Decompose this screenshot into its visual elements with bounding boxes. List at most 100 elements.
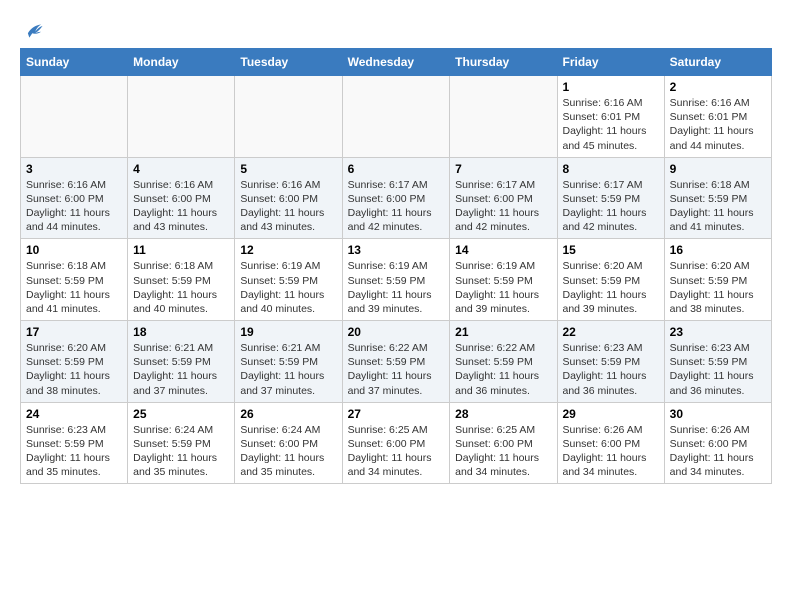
calendar-cell: 16 Sunrise: 6:20 AM Sunset: 5:59 PM Dayli… [664, 239, 771, 321]
day-number: 29 [563, 407, 659, 421]
day-info: Sunrise: 6:20 AM Sunset: 5:59 PM Dayligh… [670, 259, 766, 316]
calendar-week-2: 3 Sunrise: 6:16 AM Sunset: 6:00 PM Daylig… [21, 157, 772, 239]
day-number: 15 [563, 243, 659, 257]
calendar-cell: 19 Sunrise: 6:21 AM Sunset: 5:59 PM Dayli… [235, 321, 342, 403]
calendar-cell: 10 Sunrise: 6:18 AM Sunset: 5:59 PM Dayli… [21, 239, 128, 321]
day-number: 28 [455, 407, 551, 421]
day-info: Sunrise: 6:16 AM Sunset: 6:00 PM Dayligh… [26, 178, 122, 235]
day-info: Sunrise: 6:21 AM Sunset: 5:59 PM Dayligh… [133, 341, 229, 398]
weekday-header-friday: Friday [557, 49, 664, 76]
calendar-cell: 23 Sunrise: 6:23 AM Sunset: 5:59 PM Dayli… [664, 321, 771, 403]
day-info: Sunrise: 6:22 AM Sunset: 5:59 PM Dayligh… [348, 341, 445, 398]
day-number: 24 [26, 407, 122, 421]
day-info: Sunrise: 6:23 AM Sunset: 5:59 PM Dayligh… [670, 341, 766, 398]
day-number: 30 [670, 407, 766, 421]
day-info: Sunrise: 6:17 AM Sunset: 6:00 PM Dayligh… [455, 178, 551, 235]
day-info: Sunrise: 6:24 AM Sunset: 5:59 PM Dayligh… [133, 423, 229, 480]
calendar-cell: 1Sunrise: 6:16 AM Sunset: 6:01 PM Daylig… [557, 76, 664, 158]
calendar-cell: 29 Sunrise: 6:26 AM Sunset: 6:00 PM Dayli… [557, 402, 664, 484]
calendar-cell: 24 Sunrise: 6:23 AM Sunset: 5:59 PM Dayli… [21, 402, 128, 484]
day-number: 19 [240, 325, 336, 339]
day-number: 18 [133, 325, 229, 339]
day-info: Sunrise: 6:26 AM Sunset: 6:00 PM Dayligh… [563, 423, 659, 480]
calendar-cell: 3 Sunrise: 6:16 AM Sunset: 6:00 PM Daylig… [21, 157, 128, 239]
day-number: 1 [563, 80, 659, 94]
calendar-cell: 6Sunrise: 6:17 AM Sunset: 6:00 PM Daylig… [342, 157, 450, 239]
day-number: 4 [133, 162, 229, 176]
page-header [20, 20, 772, 38]
day-number: 27 [348, 407, 445, 421]
calendar-cell: 9 Sunrise: 6:18 AM Sunset: 5:59 PM Daylig… [664, 157, 771, 239]
calendar-week-3: 10 Sunrise: 6:18 AM Sunset: 5:59 PM Dayli… [21, 239, 772, 321]
day-number: 10 [26, 243, 122, 257]
logo [20, 20, 44, 38]
calendar-cell: 27 Sunrise: 6:25 AM Sunset: 6:00 PM Dayli… [342, 402, 450, 484]
day-number: 11 [133, 243, 229, 257]
calendar-header-row: SundayMondayTuesdayWednesdayThursdayFrid… [21, 49, 772, 76]
day-info: Sunrise: 6:16 AM Sunset: 6:01 PM Dayligh… [670, 96, 766, 153]
calendar-cell: 30 Sunrise: 6:26 AM Sunset: 6:00 PM Dayli… [664, 402, 771, 484]
day-number: 2 [670, 80, 766, 94]
calendar-cell: 22Sunrise: 6:23 AM Sunset: 5:59 PM Dayli… [557, 321, 664, 403]
day-info: Sunrise: 6:19 AM Sunset: 5:59 PM Dayligh… [455, 259, 551, 316]
day-info: Sunrise: 6:18 AM Sunset: 5:59 PM Dayligh… [26, 259, 122, 316]
day-info: Sunrise: 6:20 AM Sunset: 5:59 PM Dayligh… [563, 259, 659, 316]
day-number: 7 [455, 162, 551, 176]
calendar-cell: 18 Sunrise: 6:21 AM Sunset: 5:59 PM Dayli… [128, 321, 235, 403]
day-number: 14 [455, 243, 551, 257]
day-info: Sunrise: 6:17 AM Sunset: 5:59 PM Dayligh… [563, 178, 659, 235]
day-number: 26 [240, 407, 336, 421]
calendar-cell [21, 76, 128, 158]
calendar-cell: 28 Sunrise: 6:25 AM Sunset: 6:00 PM Dayli… [450, 402, 557, 484]
weekday-header-wednesday: Wednesday [342, 49, 450, 76]
calendar-cell: 5 Sunrise: 6:16 AM Sunset: 6:00 PM Daylig… [235, 157, 342, 239]
day-number: 12 [240, 243, 336, 257]
day-number: 9 [670, 162, 766, 176]
calendar-cell [450, 76, 557, 158]
day-info: Sunrise: 6:19 AM Sunset: 5:59 PM Dayligh… [240, 259, 336, 316]
calendar-cell: 2 Sunrise: 6:16 AM Sunset: 6:01 PM Daylig… [664, 76, 771, 158]
calendar-cell: 15 Sunrise: 6:20 AM Sunset: 5:59 PM Dayli… [557, 239, 664, 321]
day-number: 5 [240, 162, 336, 176]
day-number: 23 [670, 325, 766, 339]
logo-bird-icon [22, 20, 44, 42]
calendar-cell: 20Sunrise: 6:22 AM Sunset: 5:59 PM Dayli… [342, 321, 450, 403]
day-number: 22 [563, 325, 659, 339]
day-info: Sunrise: 6:23 AM Sunset: 5:59 PM Dayligh… [26, 423, 122, 480]
day-info: Sunrise: 6:20 AM Sunset: 5:59 PM Dayligh… [26, 341, 122, 398]
calendar-cell: 21 Sunrise: 6:22 AM Sunset: 5:59 PM Dayli… [450, 321, 557, 403]
calendar-cell: 11 Sunrise: 6:18 AM Sunset: 5:59 PM Dayli… [128, 239, 235, 321]
day-number: 17 [26, 325, 122, 339]
calendar-cell [235, 76, 342, 158]
calendar-cell: 26 Sunrise: 6:24 AM Sunset: 6:00 PM Dayli… [235, 402, 342, 484]
calendar-week-4: 17 Sunrise: 6:20 AM Sunset: 5:59 PM Dayli… [21, 321, 772, 403]
weekday-header-sunday: Sunday [21, 49, 128, 76]
day-info: Sunrise: 6:21 AM Sunset: 5:59 PM Dayligh… [240, 341, 336, 398]
day-number: 21 [455, 325, 551, 339]
day-info: Sunrise: 6:18 AM Sunset: 5:59 PM Dayligh… [670, 178, 766, 235]
day-info: Sunrise: 6:25 AM Sunset: 6:00 PM Dayligh… [348, 423, 445, 480]
day-info: Sunrise: 6:22 AM Sunset: 5:59 PM Dayligh… [455, 341, 551, 398]
day-info: Sunrise: 6:26 AM Sunset: 6:00 PM Dayligh… [670, 423, 766, 480]
calendar-cell: 8Sunrise: 6:17 AM Sunset: 5:59 PM Daylig… [557, 157, 664, 239]
day-number: 16 [670, 243, 766, 257]
day-info: Sunrise: 6:17 AM Sunset: 6:00 PM Dayligh… [348, 178, 445, 235]
day-info: Sunrise: 6:16 AM Sunset: 6:00 PM Dayligh… [133, 178, 229, 235]
day-number: 3 [26, 162, 122, 176]
calendar-cell: 13Sunrise: 6:19 AM Sunset: 5:59 PM Dayli… [342, 239, 450, 321]
calendar-cell: 4 Sunrise: 6:16 AM Sunset: 6:00 PM Daylig… [128, 157, 235, 239]
calendar-cell: 12 Sunrise: 6:19 AM Sunset: 5:59 PM Dayli… [235, 239, 342, 321]
calendar-cell: 25 Sunrise: 6:24 AM Sunset: 5:59 PM Dayli… [128, 402, 235, 484]
day-number: 25 [133, 407, 229, 421]
calendar-cell [128, 76, 235, 158]
day-info: Sunrise: 6:24 AM Sunset: 6:00 PM Dayligh… [240, 423, 336, 480]
day-info: Sunrise: 6:25 AM Sunset: 6:00 PM Dayligh… [455, 423, 551, 480]
day-info: Sunrise: 6:18 AM Sunset: 5:59 PM Dayligh… [133, 259, 229, 316]
calendar-cell: 14 Sunrise: 6:19 AM Sunset: 5:59 PM Dayli… [450, 239, 557, 321]
weekday-header-monday: Monday [128, 49, 235, 76]
calendar-week-1: 1 Sunrise: 6:16 AM Sunset: 6:01 PM Daylig… [21, 76, 772, 158]
weekday-header-tuesday: Tuesday [235, 49, 342, 76]
day-info: Sunrise: 6:16 AM Sunset: 6:00 PM Dayligh… [240, 178, 336, 235]
calendar-table: SundayMondayTuesdayWednesdayThursdayFrid… [20, 48, 772, 484]
day-number: 13 [348, 243, 445, 257]
